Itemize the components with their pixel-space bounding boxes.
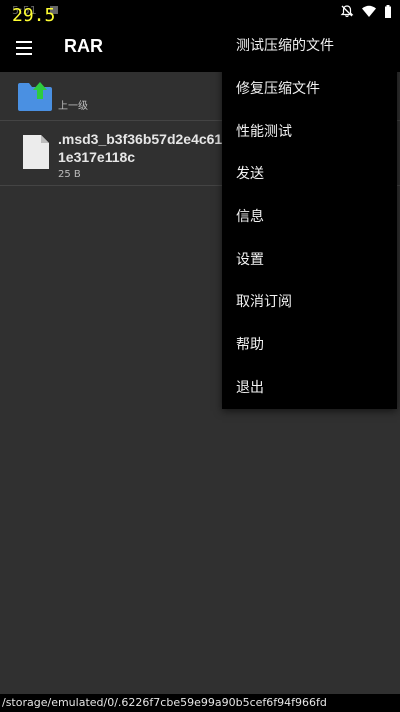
menu-item-unsubscribe[interactable]: 取消订阅	[222, 280, 397, 323]
overflow-menu: 测试压缩的文件 修复压缩文件 性能测试 发送 信息 设置 取消订阅 帮助 退出	[222, 24, 397, 409]
parent-folder-label: 上一级	[58, 101, 88, 112]
hamburger-menu-icon[interactable]	[14, 38, 34, 58]
current-path: /storage/emulated/0/.6226f7cbe59e99a90b5…	[2, 696, 327, 709]
folder-up-icon	[18, 82, 52, 111]
menu-item-repair-archive[interactable]: 修复压缩文件	[222, 67, 397, 110]
file-size: 25 B	[58, 169, 81, 180]
menu-item-test-archive[interactable]: 测试压缩的文件	[222, 24, 397, 67]
menu-item-benchmark[interactable]: 性能测试	[222, 109, 397, 152]
menu-item-info[interactable]: 信息	[222, 195, 397, 238]
mute-icon	[340, 5, 354, 18]
wifi-icon	[362, 5, 376, 17]
path-bar: /storage/emulated/0/.6226f7cbe59e99a90b5…	[0, 694, 400, 712]
status-bar: 5:51 29.5	[0, 0, 400, 26]
fps-overlay: 29.5	[12, 5, 56, 26]
status-icons	[340, 4, 392, 18]
battery-icon	[385, 4, 391, 18]
app-title: RAR	[64, 36, 103, 56]
menu-item-settings[interactable]: 设置	[222, 237, 397, 280]
menu-item-help[interactable]: 帮助	[222, 323, 397, 366]
menu-item-exit[interactable]: 退出	[222, 366, 397, 409]
file-icon	[23, 135, 49, 169]
menu-item-send[interactable]: 发送	[222, 152, 397, 195]
